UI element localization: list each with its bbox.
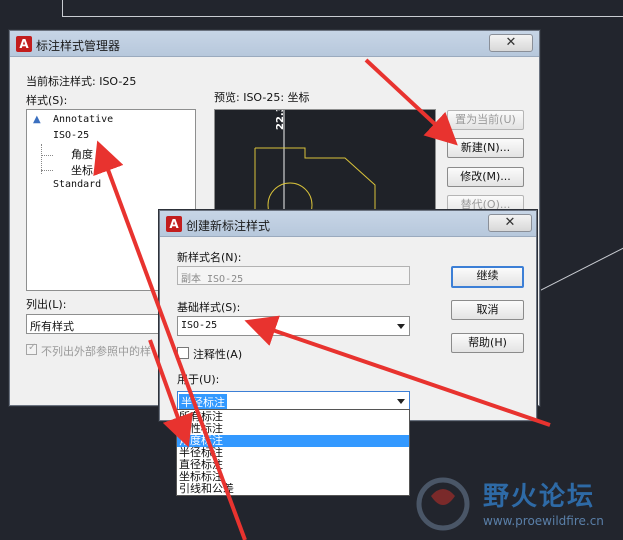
annotation-arrows bbox=[93, 58, 551, 540]
annotation-arrow-to-angle-option bbox=[148, 339, 193, 448]
annotation-arrow-to-new-button bbox=[364, 58, 458, 146]
annotation-arrow-to-base-style bbox=[244, 315, 551, 427]
watermark: 野火论坛 www.proewildfire.cn bbox=[413, 470, 623, 540]
watermark-url: www.proewildfire.cn bbox=[483, 514, 604, 528]
annotation-arrow-to-angle-style bbox=[93, 140, 247, 540]
watermark-logo-icon bbox=[416, 477, 470, 531]
watermark-brand: 野火论坛 bbox=[483, 482, 596, 512]
